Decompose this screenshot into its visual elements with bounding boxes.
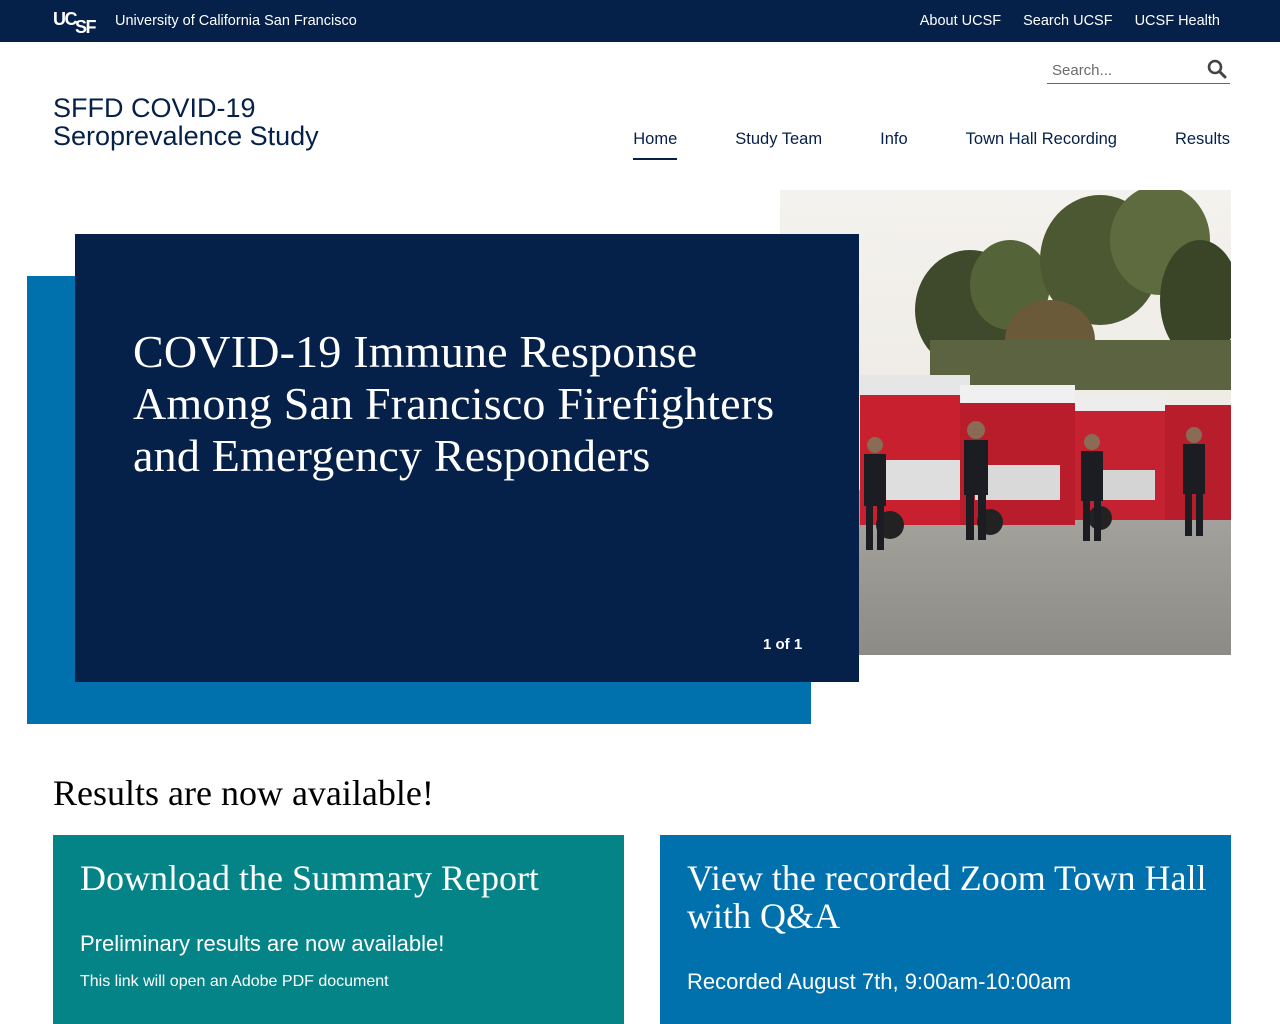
university-name[interactable]: University of California San Francisco <box>115 13 357 29</box>
ucsf-logo[interactable]: UC SF <box>53 8 103 34</box>
svg-text:UC: UC <box>53 9 77 29</box>
results-heading: Results are now available! <box>53 773 434 813</box>
svg-text:SF: SF <box>75 17 97 34</box>
hero-heading: COVID-19 Immune Response Among San Franc… <box>133 326 775 481</box>
town-hall-title: View the recorded Zoom Town Hall with Q&… <box>687 858 1207 936</box>
nav-info[interactable]: Info <box>880 130 908 160</box>
site-title-line2: Seroprevalence Study <box>53 121 319 151</box>
utility-bar: UC SF University of California San Franc… <box>0 0 1280 42</box>
town-hall-card[interactable]: View the recorded Zoom Town Hall with Q&… <box>660 835 1231 1024</box>
utility-links: About UCSF Search UCSF UCSF Health <box>920 13 1220 29</box>
town-hall-date: Recorded August 7th, 9:00am-10:00am <box>687 969 1072 994</box>
ucsf-health-link[interactable]: UCSF Health <box>1135 13 1220 29</box>
nav-home[interactable]: Home <box>633 130 678 160</box>
slide-pager: 1 of 1 <box>763 636 803 653</box>
nav-town-hall-recording[interactable]: Town Hall Recording <box>966 130 1117 160</box>
summary-report-title: Download the Summary Report <box>80 858 539 898</box>
pdf-note: This link will open an Adobe PDF documen… <box>80 973 389 990</box>
main-nav: Home Study Team Info Town Hall Recording… <box>633 130 1230 160</box>
search-input[interactable] <box>1052 60 1202 80</box>
search-ucsf-link[interactable]: Search UCSF <box>1023 13 1112 29</box>
site-title[interactable]: SFFD COVID-19 Seroprevalence Study <box>53 94 319 150</box>
search-icon[interactable] <box>1206 58 1228 80</box>
site-title-line1: SFFD COVID-19 <box>53 93 256 123</box>
about-ucsf-link[interactable]: About UCSF <box>920 13 1001 29</box>
summary-report-text: Preliminary results are now available! <box>80 931 445 956</box>
nav-results[interactable]: Results <box>1175 130 1230 160</box>
hero-slide: COVID-19 Immune Response Among San Franc… <box>75 234 859 682</box>
site-search <box>1047 56 1230 84</box>
nav-study-team[interactable]: Study Team <box>735 130 822 160</box>
summary-report-card[interactable]: Download the Summary Report Preliminary … <box>53 835 624 1024</box>
